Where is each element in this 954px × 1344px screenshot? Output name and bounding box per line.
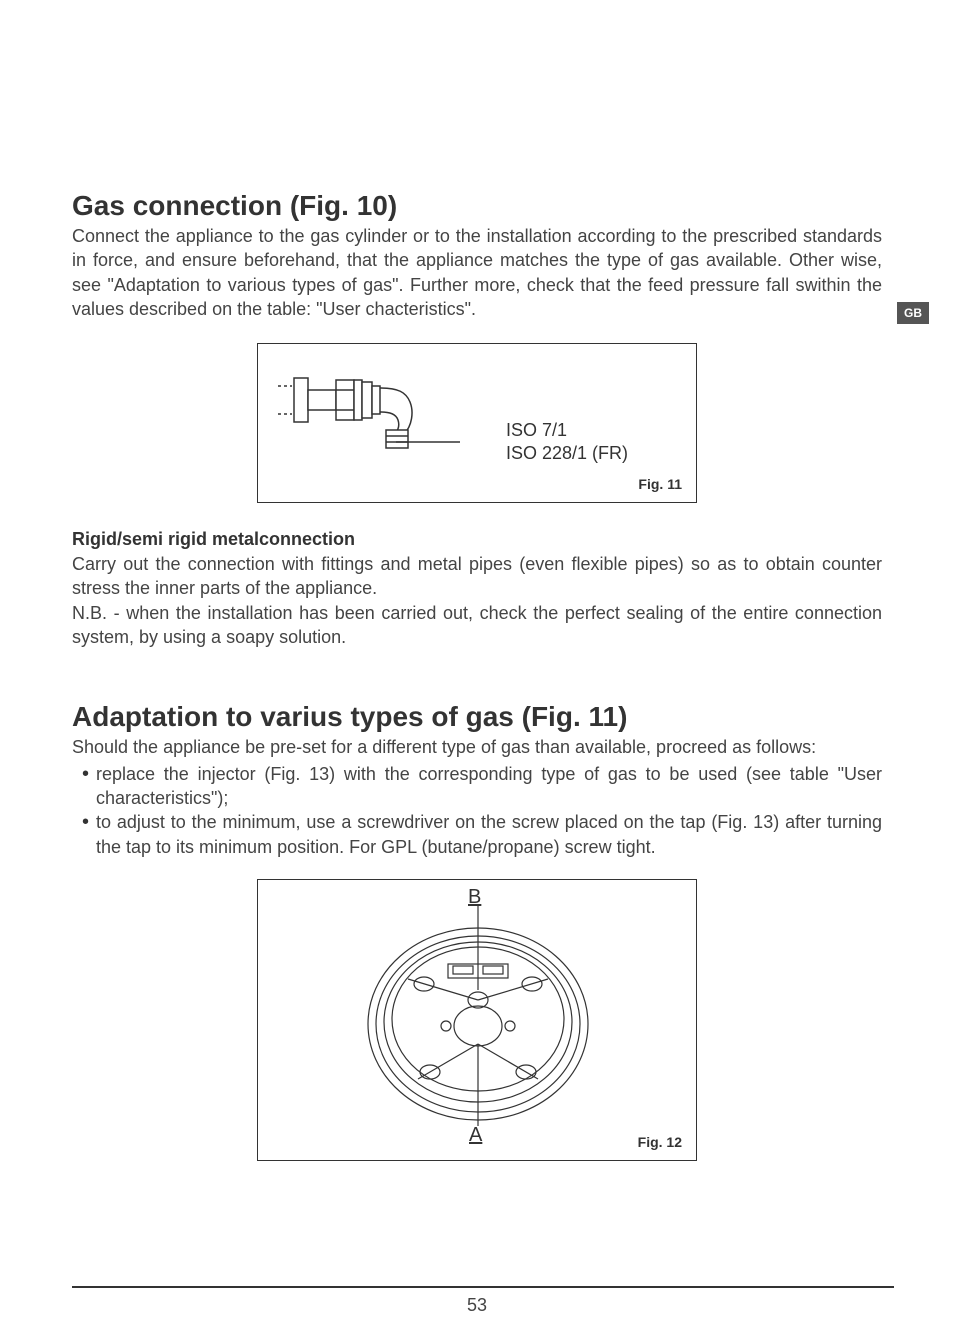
footer-divider: [72, 1286, 894, 1288]
subheading-rigid-connection: Rigid/semi rigid metalconnection: [72, 529, 882, 550]
page-number: 53: [0, 1295, 954, 1316]
para-gas-connection: Connect the appliance to the gas cylinde…: [72, 224, 882, 321]
para-adaptation-intro: Should the appliance be pre-set for a di…: [72, 735, 882, 759]
para-rigid-1: Carry out the connection with fittings a…: [72, 552, 882, 601]
bullet-text-2: to adjust to the minimum, use a screwdri…: [96, 810, 882, 859]
figure-11-caption: Fig. 11: [638, 476, 682, 492]
figure-12-label-a: A: [469, 1124, 482, 1147]
heading-gas-connection: Gas connection (Fig. 10): [72, 190, 882, 222]
para-rigid-2: N.B. - when the installation has been ca…: [72, 601, 882, 650]
figure-12-diagram: [348, 894, 608, 1150]
bullet-text-1: replace the injector (Fig. 13) with the …: [96, 762, 882, 811]
bullet-icon: •: [82, 810, 96, 859]
iso-label-2: ISO 228/1 (FR): [506, 443, 628, 463]
bullet-icon: •: [82, 762, 96, 811]
figure-11-box: ISO 7/1 ISO 228/1 (FR) Fig. 11: [257, 343, 697, 503]
language-tab: GB: [897, 302, 929, 324]
list-item: • to adjust to the minimum, use a screwd…: [72, 810, 882, 859]
figure-11-diagram: [278, 368, 468, 458]
figure-11-iso-labels: ISO 7/1 ISO 228/1 (FR): [506, 419, 628, 464]
list-item: • replace the injector (Fig. 13) with th…: [72, 762, 882, 811]
adaptation-bullet-list: • replace the injector (Fig. 13) with th…: [72, 762, 882, 859]
figure-12-box: B: [257, 879, 697, 1161]
figure-12-caption: Fig. 12: [638, 1134, 682, 1150]
page-content: Gas connection (Fig. 10) Connect the app…: [72, 190, 882, 1161]
iso-label-1: ISO 7/1: [506, 420, 567, 440]
heading-adaptation: Adaptation to varius types of gas (Fig. …: [72, 701, 882, 733]
